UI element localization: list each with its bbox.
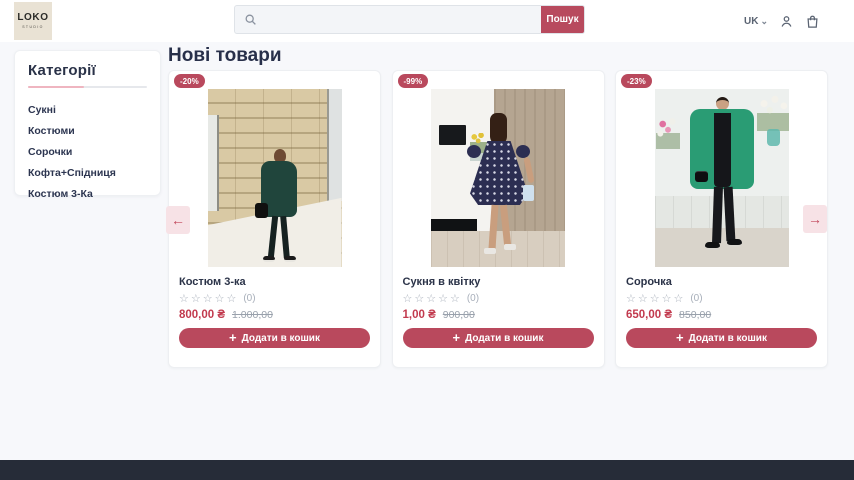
figure-shoe bbox=[727, 239, 742, 247]
figure-shoe bbox=[504, 244, 516, 250]
logo-name: LOKO bbox=[17, 13, 48, 23]
header-actions: UK ⌄ bbox=[744, 0, 820, 42]
star-icons: ☆☆☆☆☆ bbox=[626, 292, 685, 305]
add-to-cart-button[interactable]: + Додати в кошик bbox=[403, 328, 594, 348]
discount-badge: -99% bbox=[398, 74, 429, 88]
sidebar-item-shirts[interactable]: Сорочки bbox=[28, 141, 147, 162]
add-to-cart-label: Додати в кошик bbox=[242, 333, 320, 344]
product-photo[interactable] bbox=[208, 89, 342, 267]
search-input[interactable] bbox=[263, 6, 541, 33]
page-title: Нові товари bbox=[168, 45, 282, 67]
divider bbox=[28, 86, 147, 88]
search-button[interactable]: Пошук bbox=[541, 6, 584, 33]
old-price: 1.000,00 bbox=[232, 309, 273, 321]
product-carousel: -20% Костюм 3-ка ☆☆☆☆☆ (0) bbox=[168, 70, 828, 368]
figure-clutch bbox=[523, 185, 534, 201]
figure-bag bbox=[255, 203, 268, 218]
figure-sleeve bbox=[516, 145, 530, 158]
page: LOKO STUDIO Пошук UK ⌄ bbox=[0, 0, 854, 480]
product-photo[interactable] bbox=[431, 89, 565, 267]
figure-shoe bbox=[484, 248, 496, 254]
figure-leg bbox=[712, 187, 723, 243]
top-header: LOKO STUDIO Пошук UK ⌄ bbox=[0, 0, 854, 42]
product-name[interactable]: Сукня в квітку bbox=[403, 276, 594, 288]
flowers-shape bbox=[656, 117, 680, 149]
product-info: Сорочка ☆☆☆☆☆ (0) 650,00 ₴ 850,00 + Дода… bbox=[616, 276, 827, 348]
search-bar: Пошук bbox=[234, 5, 585, 34]
star-icons: ☆☆☆☆☆ bbox=[179, 292, 238, 305]
footer bbox=[0, 460, 854, 480]
product-info: Сукня в квітку ☆☆☆☆☆ (0) 1,00 ₴ 900,00 +… bbox=[393, 276, 604, 348]
current-price: 650,00 ₴ bbox=[626, 309, 672, 321]
rating-count: (0) bbox=[243, 293, 255, 304]
figure-hair bbox=[490, 113, 507, 145]
plus-icon: + bbox=[453, 331, 461, 344]
product-name[interactable]: Костюм 3-ка bbox=[179, 276, 370, 288]
product-card: -99% Сукня в квітку bbox=[392, 70, 605, 368]
language-selector[interactable]: UK ⌄ bbox=[744, 16, 768, 27]
discount-badge: -23% bbox=[621, 74, 652, 88]
figure-bag bbox=[695, 171, 708, 182]
sidebar-item-suit-3piece[interactable]: Костюм 3-Ка bbox=[28, 184, 147, 205]
plus-icon: + bbox=[229, 331, 237, 344]
figure-sleeve bbox=[467, 145, 481, 158]
add-to-cart-label: Додати в кошик bbox=[465, 333, 543, 344]
search-icon bbox=[235, 6, 263, 33]
floor-shape bbox=[655, 228, 789, 267]
rating-count: (0) bbox=[467, 293, 479, 304]
product-info: Костюм 3-ка ☆☆☆☆☆ (0) 800,00 ₴ 1.000,00 … bbox=[169, 276, 380, 348]
add-to-cart-label: Додати в кошик bbox=[689, 333, 767, 344]
categories-title: Категорії bbox=[28, 62, 147, 79]
add-to-cart-button[interactable]: + Додати в кошик bbox=[626, 328, 817, 348]
product-photo[interactable] bbox=[655, 89, 789, 267]
product-rating: ☆☆☆☆☆ (0) bbox=[179, 292, 370, 305]
figure-shoe bbox=[705, 242, 720, 250]
product-rating: ☆☆☆☆☆ (0) bbox=[626, 292, 817, 305]
floor-shape bbox=[431, 231, 565, 267]
language-code: UK bbox=[744, 16, 758, 27]
price-row: 800,00 ₴ 1.000,00 bbox=[179, 309, 370, 321]
add-to-cart-button[interactable]: + Додати в кошик bbox=[179, 328, 370, 348]
price-row: 650,00 ₴ 850,00 bbox=[626, 309, 817, 321]
product-rating: ☆☆☆☆☆ (0) bbox=[403, 292, 594, 305]
old-price: 900,00 bbox=[443, 309, 475, 321]
divider-accent bbox=[28, 86, 84, 88]
sidebar-item-dresses[interactable]: Сукні bbox=[28, 99, 147, 120]
tv-shape bbox=[439, 125, 466, 145]
fireplace-shape bbox=[431, 219, 477, 231]
window-shape bbox=[327, 89, 342, 201]
categories-sidebar: Категорії Сукні Костюми Сорочки Кофта+Сп… bbox=[14, 50, 161, 196]
plus-icon: + bbox=[676, 331, 684, 344]
carousel-prev-button[interactable]: ← bbox=[166, 206, 190, 234]
price-row: 1,00 ₴ 900,00 bbox=[403, 309, 594, 321]
figure-shoe bbox=[284, 256, 296, 262]
product-card: -23% Сорочка ☆☆☆☆☆ (0) bbox=[615, 70, 828, 368]
cart-icon[interactable] bbox=[805, 14, 820, 29]
account-icon[interactable] bbox=[779, 14, 794, 29]
figure-top bbox=[714, 113, 731, 187]
logo-tagline: STUDIO bbox=[22, 25, 44, 29]
category-list: Сукні Костюми Сорочки Кофта+Спідниця Кос… bbox=[28, 99, 147, 205]
window-shape bbox=[208, 115, 219, 211]
product-name[interactable]: Сорочка bbox=[626, 276, 817, 288]
carousel-next-button[interactable]: → bbox=[803, 205, 827, 233]
chevron-down-icon: ⌄ bbox=[760, 17, 768, 26]
product-card: -20% Костюм 3-ка ☆☆☆☆☆ (0) bbox=[168, 70, 381, 368]
vase-shape bbox=[767, 129, 780, 146]
flowers-shape bbox=[757, 95, 789, 131]
figure-shoe bbox=[263, 256, 275, 262]
logo[interactable]: LOKO STUDIO bbox=[14, 2, 52, 40]
current-price: 800,00 ₴ bbox=[179, 309, 225, 321]
sidebar-item-suits[interactable]: Костюми bbox=[28, 120, 147, 141]
current-price: 1,00 ₴ bbox=[403, 309, 436, 321]
sidebar-item-top-skirt[interactable]: Кофта+Спідниця bbox=[28, 163, 147, 184]
star-icons: ☆☆☆☆☆ bbox=[403, 292, 462, 305]
old-price: 850,00 bbox=[679, 309, 711, 321]
discount-badge: -20% bbox=[174, 74, 205, 88]
rating-count: (0) bbox=[690, 293, 702, 304]
